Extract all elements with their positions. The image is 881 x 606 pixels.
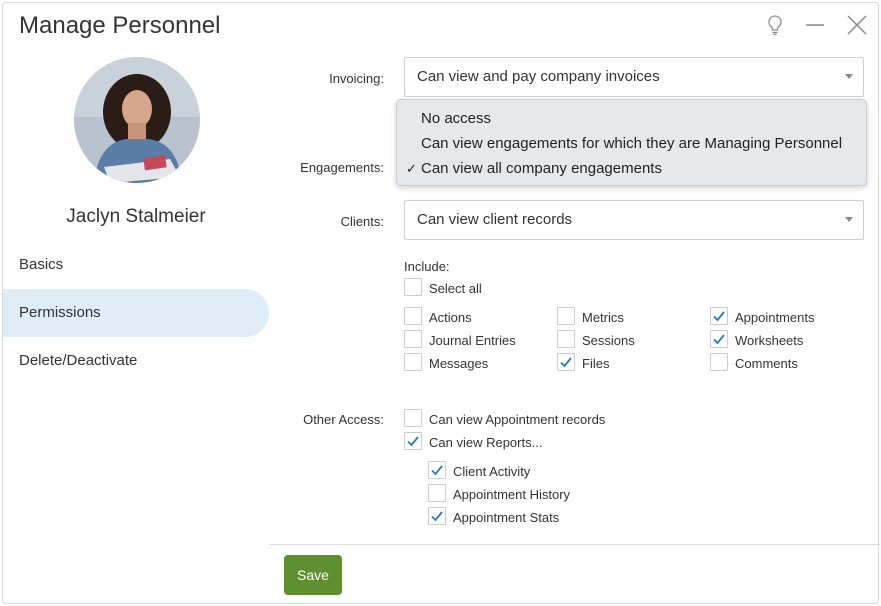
appointment-records-checkbox[interactable]: [404, 409, 422, 427]
avatar: [74, 57, 200, 183]
comments-label: Comments: [735, 356, 798, 371]
engagements-label: Engagements:: [300, 160, 384, 175]
manage-personnel-dialog: Manage Personnel Jaclyn Stalmeier Basics…: [2, 2, 880, 604]
checkmark-icon: [431, 465, 443, 476]
comments-checkbox[interactable]: [710, 353, 728, 371]
messages-label: Messages: [429, 356, 489, 371]
checkmark-icon: [431, 511, 443, 522]
sidebar-item-permissions[interactable]: Permissions: [3, 289, 269, 337]
view-reports-checkbox[interactable]: [404, 432, 422, 450]
actions-checkbox[interactable]: [404, 307, 422, 325]
appointments-checkbox[interactable]: [710, 307, 728, 325]
engagements-option-managing-personnel[interactable]: Can view engagements for which they are …: [397, 131, 866, 156]
invoicing-select-value: Can view and pay company invoices: [417, 68, 660, 85]
metrics-checkbox[interactable]: [557, 307, 575, 325]
save-button[interactable]: Save: [284, 555, 342, 595]
include-label: Include:: [404, 259, 450, 274]
minimize-icon[interactable]: [803, 13, 827, 37]
appointment-history-label: Appointment History: [453, 487, 571, 502]
dialog-title: Manage Personnel: [19, 12, 221, 39]
engagements-option-all-company[interactable]: ✓ Can view all company engagements: [397, 156, 866, 181]
worksheets-checkbox[interactable]: [710, 330, 728, 348]
metrics-label: Metrics: [582, 310, 624, 325]
appointment-records-label: Can view Appointment records: [429, 412, 606, 427]
client-activity-checkbox[interactable]: [428, 461, 446, 479]
chevron-down-icon: [845, 74, 853, 79]
sessions-checkbox[interactable]: [557, 330, 575, 348]
appointments-label: Appointments: [735, 310, 815, 325]
sidebar-item-delete-deactivate[interactable]: Delete/Deactivate: [3, 337, 269, 385]
invoicing-label: Invoicing:: [329, 71, 384, 86]
sidebar-item-basics[interactable]: Basics: [3, 241, 269, 289]
checkmark-icon: [407, 436, 419, 447]
checkmark-icon: [560, 357, 572, 368]
checkmark-icon: [713, 334, 725, 345]
invoicing-select[interactable]: Can view and pay company invoices: [404, 57, 864, 97]
close-icon[interactable]: [845, 13, 869, 37]
clients-select-value: Can view client records: [417, 211, 573, 228]
sessions-label: Sessions: [582, 333, 635, 348]
person-name: Jaclyn Stalmeier: [66, 206, 206, 227]
engagements-dropdown-menu: No access Can view engagements for which…: [396, 99, 867, 186]
lightbulb-icon[interactable]: [763, 13, 787, 37]
journal-entries-label: Journal Entries: [429, 333, 516, 348]
other-access-label: Other Access:: [303, 412, 384, 427]
checkmark-icon: ✓: [406, 161, 417, 176]
journal-entries-checkbox[interactable]: [404, 330, 422, 348]
client-activity-label: Client Activity: [453, 464, 531, 479]
clients-label: Clients:: [340, 214, 384, 229]
footer-divider: [269, 544, 880, 545]
select-all-label: Select all: [429, 281, 482, 296]
appointment-stats-label: Appointment Stats: [453, 510, 560, 525]
view-reports-label: Can view Reports...: [429, 435, 543, 450]
files-label: Files: [582, 356, 610, 371]
messages-checkbox[interactable]: [404, 353, 422, 371]
files-checkbox[interactable]: [557, 353, 575, 371]
engagements-option-no-access[interactable]: No access: [397, 106, 866, 131]
clients-select[interactable]: Can view client records: [404, 200, 864, 240]
actions-label: Actions: [429, 310, 472, 325]
worksheets-label: Worksheets: [735, 333, 804, 348]
checkmark-icon: [713, 311, 725, 322]
chevron-down-icon: [845, 217, 853, 222]
appointment-history-checkbox[interactable]: [428, 484, 446, 502]
select-all-checkbox[interactable]: [404, 278, 422, 296]
appointment-stats-checkbox[interactable]: [428, 507, 446, 525]
